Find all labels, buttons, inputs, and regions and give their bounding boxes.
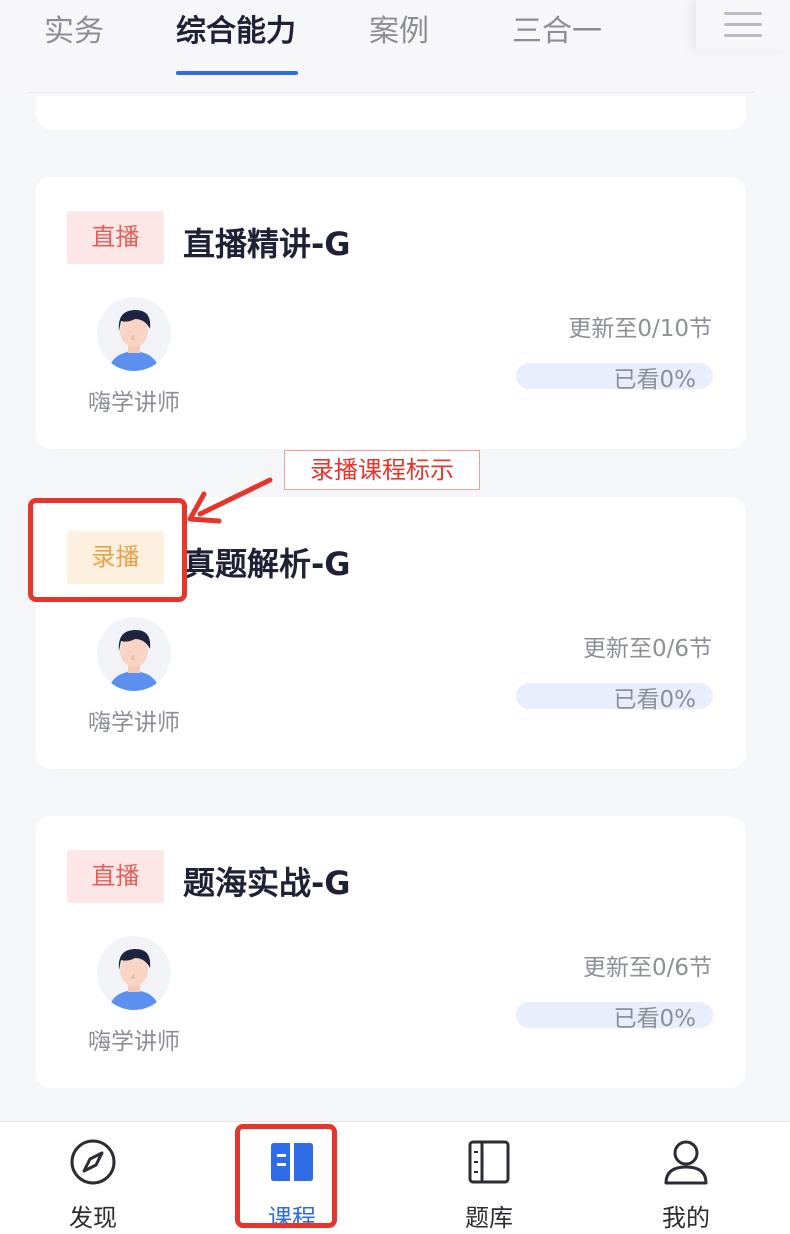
- nav-label: 题库: [465, 1204, 513, 1232]
- nav-label: 发现: [69, 1204, 117, 1232]
- notebook-icon: [468, 1140, 510, 1184]
- nav-item-discover[interactable]: 发现: [18, 1122, 168, 1234]
- user-icon: [664, 1140, 708, 1185]
- bottom-nav: 发现 课程 题库 我的: [0, 1121, 790, 1234]
- nav-item-me[interactable]: 我的: [611, 1122, 761, 1234]
- annotation-arrow-icon: [187, 477, 273, 524]
- nav-label: 我的: [662, 1204, 710, 1232]
- compass-icon: [70, 1139, 116, 1185]
- annotation-highlight-box: [235, 1124, 337, 1228]
- nav-item-question-bank[interactable]: 题库: [414, 1122, 564, 1234]
